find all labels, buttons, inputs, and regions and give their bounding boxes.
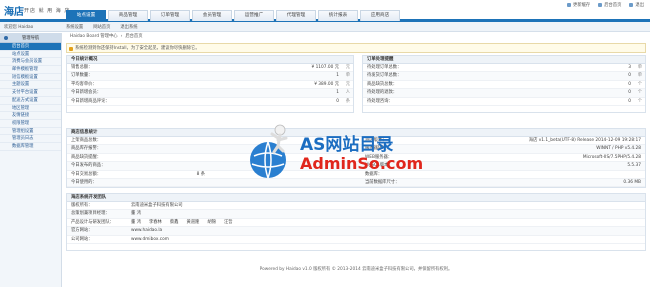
logout-link[interactable]: 退出 xyxy=(629,2,644,8)
logout-icon xyxy=(629,3,634,7)
warning-icon xyxy=(69,46,73,51)
sidebar-item-themes[interactable]: 主题设置 xyxy=(0,81,61,90)
team-member-link[interactable]: 汪哲 xyxy=(224,219,233,227)
main-content: Haidao Board 管理中心 › 后台首页 系统检测到你还保持Install… xyxy=(66,33,646,53)
stat-row: 平均客单价： ¥ 389.00 元元 xyxy=(67,81,353,90)
admin-home-link[interactable]: 后台首页 xyxy=(598,2,621,8)
sidebar-item-database[interactable]: 数据库管理 xyxy=(0,143,61,151)
nav-icon xyxy=(4,36,8,40)
top-header: 海店 开店 就 用 海 店 站点设置 商品管理 订单管理 会员管理 运营推广 代… xyxy=(0,0,650,22)
stat-row: 销售总额： ¥ 1107.00 元元 xyxy=(67,64,353,73)
stat-row: 今日新增会员： 1 人 xyxy=(67,89,353,98)
logo: 海店 xyxy=(4,7,24,18)
sidebar-header: 管理导航 xyxy=(0,33,61,43)
panel-title: 海店系统开发团队 xyxy=(67,194,645,202)
subnav-site-home[interactable]: 网站首页 xyxy=(93,24,110,30)
breadcrumb: Haidao Board 管理中心 › 后台首页 xyxy=(70,33,143,41)
tab-orders[interactable]: 订单管理 xyxy=(150,10,190,21)
refresh-cache-link[interactable]: 更新缓存 xyxy=(567,2,590,8)
stat-row: 今日新增商品评论： 0 条 xyxy=(67,98,353,106)
main-tabs: 站点设置 商品管理 订单管理 会员管理 运营推广 代理管理 统计报表 应用商店 xyxy=(66,10,400,21)
dev-row: 产品设计与研发团队： 董 鸿 李春林 蔡鑫 黄道隆 胡锦 汪哲 xyxy=(67,219,645,228)
sidebar-item-email-templates[interactable]: 邮件模板管理 xyxy=(0,66,61,74)
install-notice: 系统检测到你还保持Install，为了安全起见，建议你尽快删除它。 xyxy=(66,43,646,53)
official-site-link[interactable]: www.haidao.la xyxy=(131,227,162,235)
order-reminder-panel: 订单处理提醒 待处理订单总数： 3 单 待发货订单总数： 0 单 商品缺货总数： 0 个 待… xyxy=(362,55,646,113)
sidebar-item-admin-groups[interactable]: 管理组设置 xyxy=(0,128,61,136)
tab-members[interactable]: 会员管理 xyxy=(192,10,232,21)
globe-figure-icon xyxy=(250,124,288,179)
company-site-link[interactable]: www.dmibox.com xyxy=(131,236,169,244)
panel-title: 今日统计概况 xyxy=(67,56,353,64)
order-row: 待处理的退款： 0 个 xyxy=(363,89,645,98)
sidebar-menu: 后台首页 站点设置 消费与会员设置 邮件模板管理 短信模板设置 主题设置 支付平… xyxy=(0,43,61,151)
dev-row: 总策划兼项目经理：董 鸿 xyxy=(67,210,645,219)
sidebar-item-site-settings[interactable]: 站点设置 xyxy=(0,51,61,59)
sub-nav: 系统设置 网站首页 退出系统 xyxy=(66,24,138,30)
today-stats-panel: 今日统计概况 销售总额： ¥ 1107.00 元元 订单数量： 1 单 平均客单价： ¥… xyxy=(66,55,354,113)
refresh-icon xyxy=(567,3,572,7)
order-row: 商品缺货总数： 0 个 xyxy=(363,81,645,90)
watermark: AS网站目录 AdminSo.com xyxy=(248,112,423,182)
sidebar-item-regions[interactable]: 地区管理 xyxy=(0,105,61,113)
tab-promotion[interactable]: 运营推广 xyxy=(234,10,274,21)
team-members: 董 鸿 李春林 蔡鑫 黄道隆 胡锦 汪哲 xyxy=(131,219,233,227)
sidebar: 管理导航 后台首页 站点设置 消费与会员设置 邮件模板管理 短信模板设置 主题设… xyxy=(0,33,62,287)
breadcrumb-root[interactable]: Haidao Board 管理中心 xyxy=(70,33,118,41)
sidebar-item-sms-templates[interactable]: 短信模板设置 xyxy=(0,74,61,82)
footer: Powered by Haidao v1.0 版权所有 © 2013-2014 … xyxy=(259,267,453,272)
team-member-link[interactable]: 李春林 xyxy=(149,219,162,227)
sidebar-item-payment[interactable]: 支付平台设置 xyxy=(0,89,61,97)
team-member-link[interactable]: 黄道隆 xyxy=(186,219,199,227)
team-member-link[interactable]: 胡锦 xyxy=(207,219,216,227)
tab-site-settings[interactable]: 站点设置 xyxy=(66,10,106,21)
slogan: 开店 就 用 海 店 xyxy=(24,8,71,14)
sidebar-item-member-settings[interactable]: 消费与会员设置 xyxy=(0,58,61,67)
dev-row: 官方网站： www.haidao.la xyxy=(67,227,645,236)
dev-team-panel: 海店系统开发团队 版权所有： 云南迪米盒子科技有限公司 总策划兼项目经理：董 鸿 … xyxy=(66,193,646,251)
order-row: 待处理咨询： 0 个 xyxy=(363,98,645,106)
team-member-link[interactable]: 董 鸿 xyxy=(131,219,141,227)
tab-agents[interactable]: 代理管理 xyxy=(276,10,316,21)
watermark-line2: AdminSo.com xyxy=(300,154,424,173)
welcome-user: 欢迎您 Haidao xyxy=(4,25,34,30)
home-icon xyxy=(598,3,603,7)
team-member-link[interactable]: 蔡鑫 xyxy=(170,219,179,227)
sidebar-item-shipping[interactable]: 配送方式设置 xyxy=(0,97,61,105)
dev-row: 版权所有： 云南迪米盒子科技有限公司 xyxy=(67,202,645,211)
subnav-system[interactable]: 系统设置 xyxy=(66,24,83,30)
sidebar-title: 管理导航 xyxy=(22,36,40,41)
tab-products[interactable]: 商品管理 xyxy=(108,10,148,21)
order-row: 待发货订单总数： 0 单 xyxy=(363,72,645,81)
top-links: 更新缓存 后台首页 退出 xyxy=(567,2,644,8)
dev-row: 公司网站： www.dmibox.com xyxy=(67,236,645,244)
sidebar-item-friend-links[interactable]: 友情链接 xyxy=(0,112,61,120)
order-row: 待处理订单总数： 3 单 xyxy=(363,64,645,73)
subnav-logout[interactable]: 退出系统 xyxy=(120,24,137,30)
tab-reports[interactable]: 统计报表 xyxy=(318,10,358,21)
sidebar-item-permissions[interactable]: 权限管理 xyxy=(0,120,61,128)
sidebar-item-admin-logs[interactable]: 管理员日志 xyxy=(0,135,61,143)
watermark-line1: AS网站目录 xyxy=(300,135,394,155)
panel-title: 订单处理提醒 xyxy=(363,56,645,64)
stat-row: 订单数量： 1 单 xyxy=(67,72,353,81)
tab-app-store[interactable]: 应用商店 xyxy=(360,10,400,21)
breadcrumb-current: 后台首页 xyxy=(125,34,143,39)
sidebar-item-home[interactable]: 后台首页 xyxy=(0,43,61,51)
